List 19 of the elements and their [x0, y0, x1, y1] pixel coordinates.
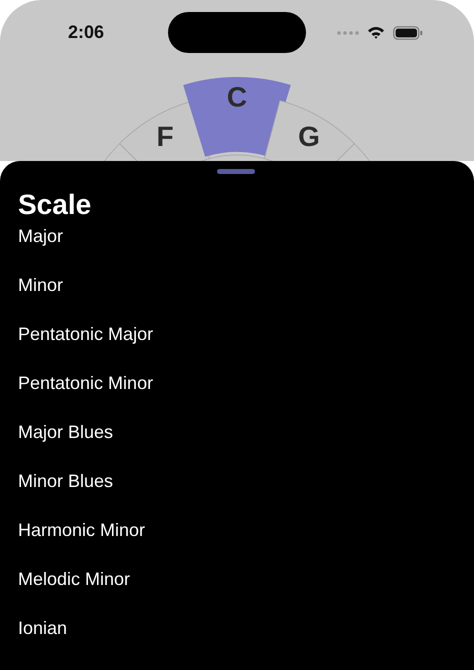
scale-option[interactable]: Minor	[18, 261, 456, 310]
scale-option[interactable]: Major Blues	[18, 408, 456, 457]
key-segment[interactable]	[264, 100, 355, 161]
scale-option[interactable]: Ionian	[18, 604, 456, 653]
sheet-handle[interactable]	[216, 169, 254, 174]
sheet-title: Scale	[18, 188, 92, 222]
wifi-icon	[367, 26, 385, 39]
scale-option[interactable]: Pentatonic Major	[18, 310, 456, 359]
scale-option[interactable]: Melodic Minor	[18, 555, 456, 604]
key-label: G	[298, 120, 320, 152]
key-label: C	[226, 82, 248, 112]
key-segment[interactable]	[119, 100, 210, 161]
scale-option[interactable]: Harmonic Minor	[18, 506, 456, 555]
scale-option[interactable]: Pentatonic Minor	[18, 359, 456, 408]
status-time: 2:06	[68, 22, 106, 43]
key-label: F	[156, 120, 174, 152]
signal-icon	[337, 30, 359, 34]
scale-option[interactable]: Minor Blues	[18, 457, 456, 506]
battery-icon	[393, 26, 423, 40]
